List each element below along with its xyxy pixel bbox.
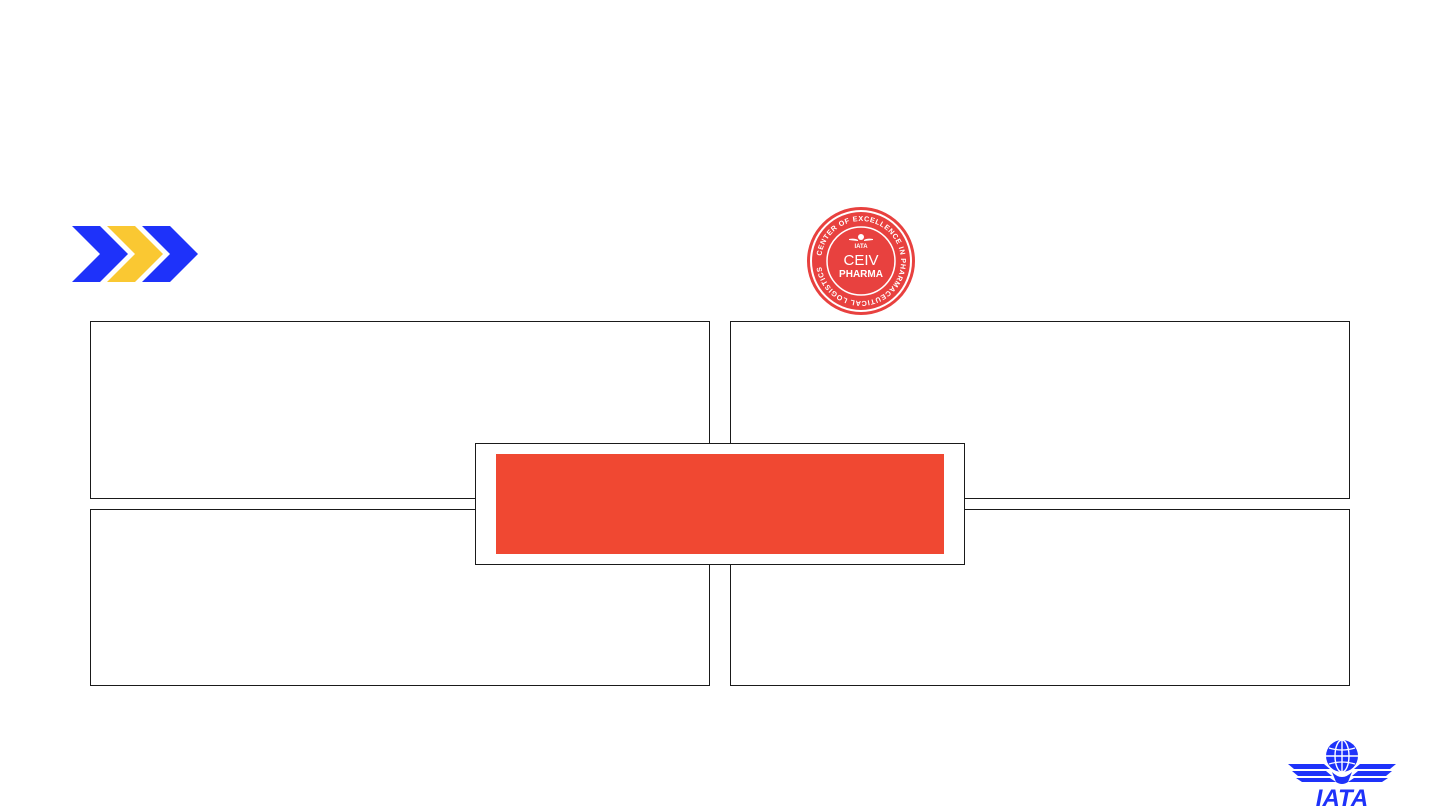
seal-title: CEIV bbox=[843, 252, 878, 269]
center-banner bbox=[496, 454, 944, 554]
seal-subtitle: PHARMA bbox=[839, 269, 883, 280]
slide: CENTER OF EXCELLENCE IN PHARMACEUTICAL L… bbox=[0, 0, 1440, 810]
iata-logo: IATA bbox=[1288, 739, 1396, 808]
triple-chevron-right-icon bbox=[72, 226, 198, 282]
ceiv-pharma-seal: CENTER OF EXCELLENCE IN PHARMACEUTICAL L… bbox=[807, 207, 915, 315]
iata-logo-text: IATA bbox=[1316, 785, 1368, 808]
seal-brand: IATA bbox=[854, 244, 868, 250]
globe-icon bbox=[1326, 739, 1358, 773]
